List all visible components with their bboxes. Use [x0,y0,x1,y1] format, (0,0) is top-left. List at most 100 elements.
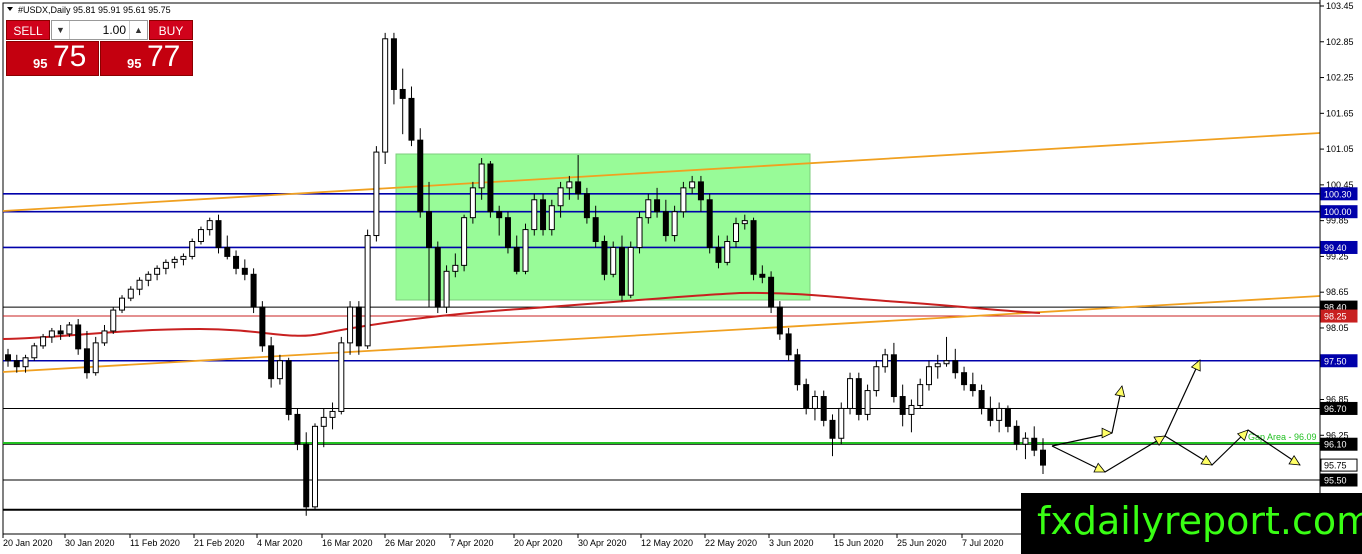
y-tick-label: 101.65 [1326,108,1354,118]
candle-bearish [75,324,82,350]
sell-price-pips: 75 [53,40,87,73]
x-tick-label: 26 Mar 2020 [385,538,436,548]
candle-bearish [215,220,222,248]
price-tag-label: 96.70 [1324,404,1347,414]
candle-bearish [855,378,862,415]
sell-price-handle: 95 [33,56,48,71]
candle-bearish [434,246,441,308]
candle-bullish [338,342,345,412]
candle-bearish [575,181,582,195]
candle-bullish [548,205,555,231]
candle-bullish [847,378,854,409]
candle-bearish [715,246,722,263]
candle-bearish [399,88,406,99]
candle-bullish [171,258,178,263]
price-tag-label: 97.50 [1324,356,1347,366]
buy-price-pips: 77 [147,40,181,73]
x-tick-label: 30 Jan 2020 [65,538,115,548]
candle-bearish [285,360,292,415]
price-chart[interactable]: Gap Area - 96.09103.45102.85102.25101.65… [0,0,1362,554]
candle-bullish [566,181,573,189]
candle-bullish [373,151,380,237]
candle-bearish [776,306,783,335]
candle-bullish [162,261,169,269]
x-tick-label: 20 Apr 2020 [514,538,563,548]
price-tag-label: 100.30 [1324,189,1352,199]
candle-bullish [364,235,371,347]
candle-bullish [311,425,318,508]
candle-bearish [952,360,959,374]
sell-button[interactable]: SELL [6,20,50,40]
candle-bearish [540,199,547,231]
candle-bullish [276,360,283,380]
candle-bearish [759,273,766,278]
candle-bullish [469,187,476,219]
candle-bullish [154,267,161,275]
candle-bearish [224,246,231,257]
candle-bullish [461,217,468,266]
price-tag-label: 98.25 [1324,312,1347,322]
candle-bearish [241,267,248,275]
candle-bearish [987,407,994,421]
candle-bullish [610,246,617,275]
candle-bearish [426,211,433,248]
candle-bullish [908,404,915,415]
candle-bullish [92,342,99,374]
candle-bullish [382,38,389,153]
candle-bearish [890,354,897,398]
price-tag-label: 96.10 [1324,440,1347,450]
candle-bearish [513,246,520,272]
sell-price-button[interactable]: 95 75 [6,40,99,76]
candle-bullish [645,199,652,219]
candle-bearish [654,199,661,213]
candle-bearish [969,384,976,392]
candle-bullish [145,273,152,281]
candle-bearish [750,220,757,275]
y-tick-label: 98.65 [1326,287,1349,297]
lot-size-input[interactable] [71,21,129,39]
y-tick-label: 101.05 [1326,144,1354,154]
candle-bullish [110,309,117,332]
candle-bullish [206,220,213,231]
candle-bearish [390,38,397,90]
candle-bullish [636,217,643,248]
lot-decrease-icon[interactable]: ▼ [52,21,70,39]
candle-bearish [417,139,424,213]
candle-bullish [443,270,450,308]
lot-increase-icon[interactable]: ▲ [129,21,147,39]
candle-bullish [811,396,818,409]
candle-bullish [864,390,871,415]
y-tick-label: 102.85 [1326,37,1354,47]
candle-bearish [978,390,985,409]
candle-bearish [662,211,669,237]
candle-bullish [189,241,196,257]
candle-bullish [329,410,336,418]
candle-bullish [838,407,845,439]
buy-price-button[interactable]: 95 77 [100,40,193,76]
candle-bullish [197,229,204,243]
candle-bearish [1031,437,1038,451]
candle-bearish [303,443,310,508]
candle-bearish [785,333,792,356]
x-tick-label: 3 Jun 2020 [769,538,814,548]
candle-bullish [733,223,740,243]
candle-bearish [57,330,64,335]
x-tick-label: 11 Feb 2020 [130,538,180,548]
watermark-text: fxdailyreport.com [1037,499,1362,543]
candle-bullish [943,360,950,365]
candle-bullish [680,187,687,213]
buy-button[interactable]: BUY [149,20,193,40]
candle-bullish [127,288,134,299]
candle-bullish [180,255,187,260]
lot-size-field[interactable]: ▼ ▲ [51,20,148,40]
candle-bearish [961,372,968,386]
candle-bullish [724,241,731,263]
candle-bearish [294,413,301,445]
candle-bullish [627,246,634,296]
y-tick-label: 102.25 [1326,73,1354,83]
candle-bullish [925,366,932,386]
price-tag-label: 95.50 [1324,476,1347,486]
candle-bearish [1004,407,1011,427]
chart-window[interactable]: Gap Area - 96.09 103.45 102.85 102.25 101.65… [0,0,1362,554]
candle-bearish [794,354,801,386]
